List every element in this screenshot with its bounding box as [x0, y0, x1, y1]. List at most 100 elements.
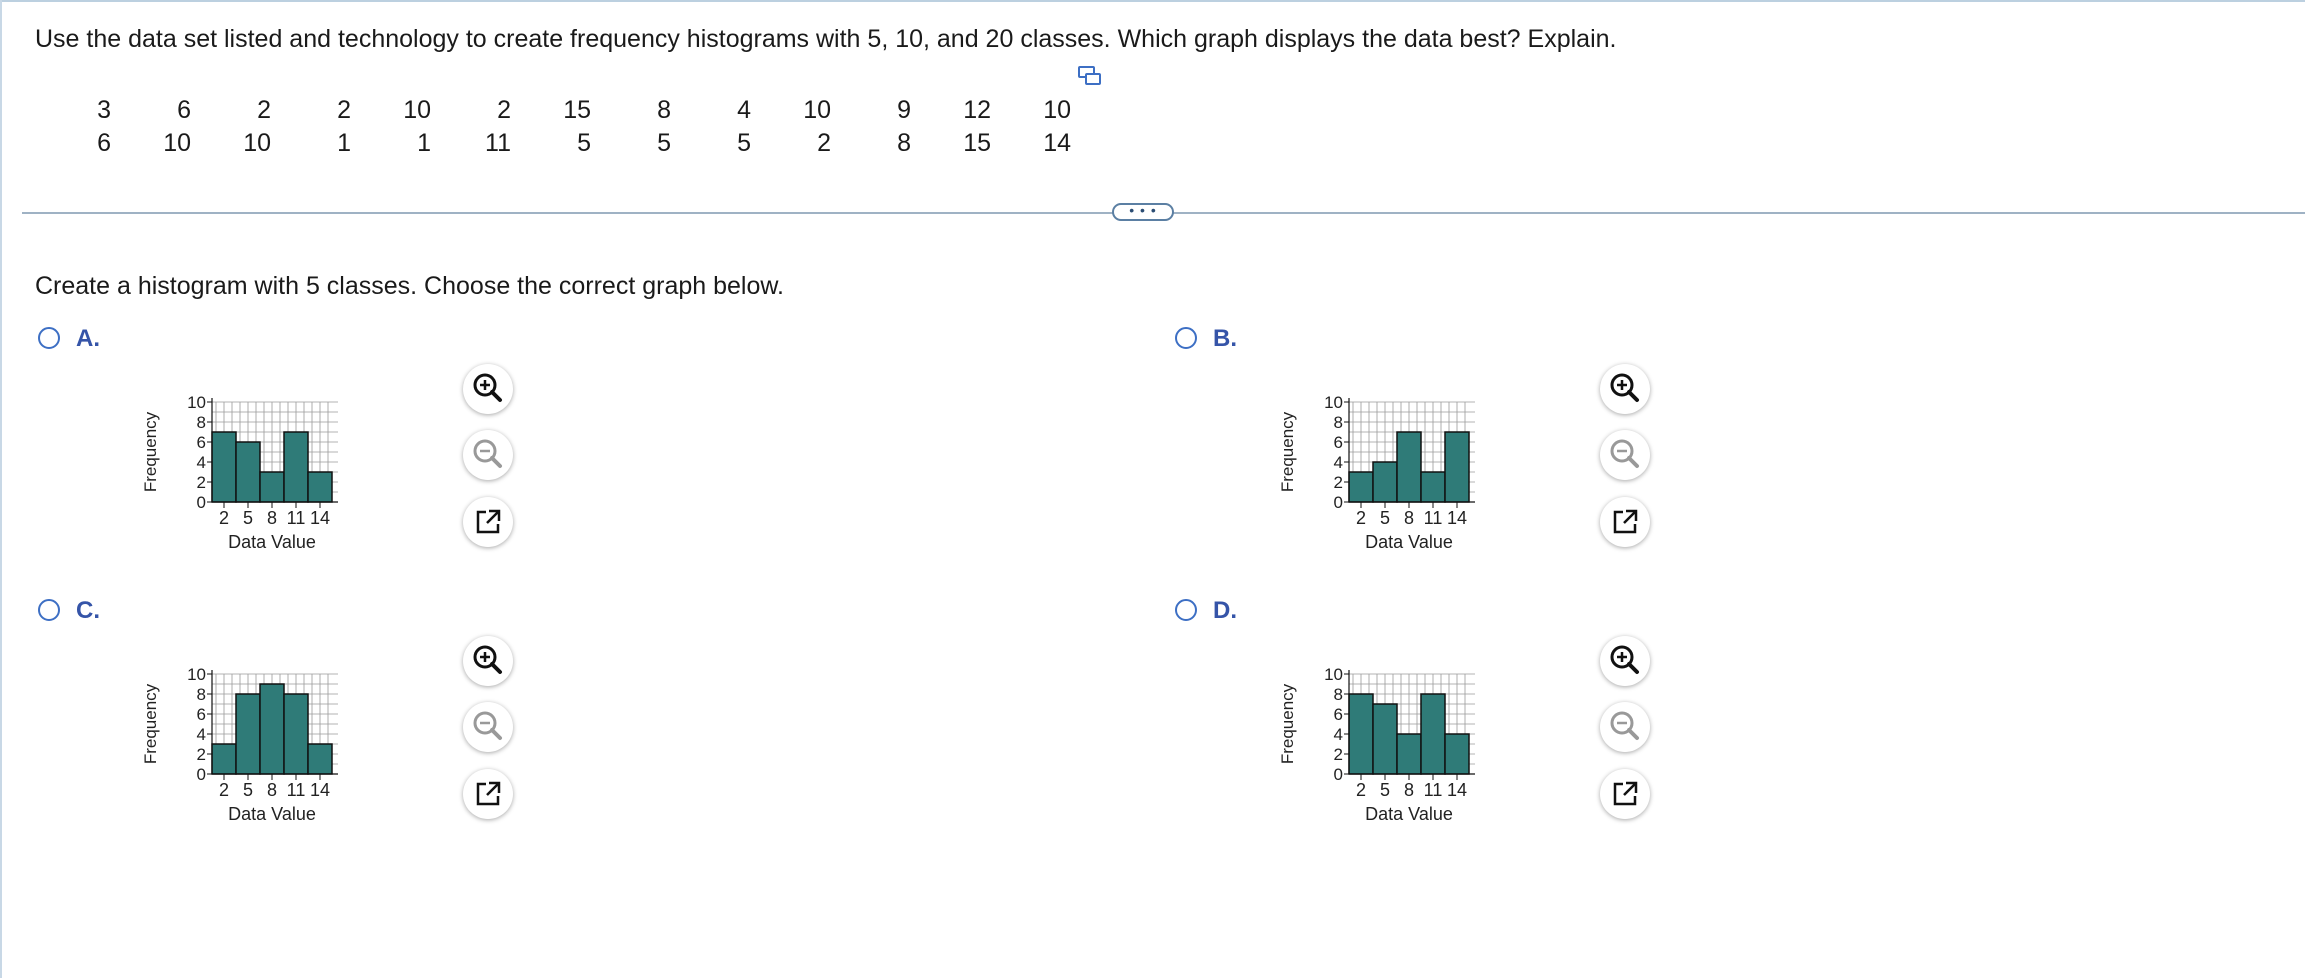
- zoom-in-button[interactable]: [1600, 636, 1650, 686]
- option-a-radio[interactable]: [38, 327, 60, 349]
- data-cell: 5: [657, 129, 671, 157]
- data-cell: 9: [897, 96, 911, 124]
- zoom-in-button[interactable]: [463, 364, 513, 414]
- option-b-histogram: 02468102 5 8 11 14Data ValueFrequency: [1278, 393, 1475, 552]
- y-axis-title: Frequency: [141, 411, 160, 492]
- x-axis-title: Data Value: [1365, 804, 1453, 824]
- histogram-bar: [283, 693, 309, 775]
- data-cell: 5: [577, 129, 591, 157]
- open-window-button[interactable]: [463, 769, 513, 819]
- option-d-label[interactable]: D.: [1213, 597, 1237, 625]
- y-tick-label: 0: [197, 493, 206, 512]
- open-window-button[interactable]: [1600, 769, 1650, 819]
- zoom-in-icon: [473, 645, 502, 674]
- data-cell: 8: [657, 96, 671, 124]
- x-tick-label: 14: [310, 780, 330, 800]
- histogram-bar: [1372, 461, 1398, 503]
- option-a-histogram: 02468102 5 8 11 14Data ValueFrequency: [141, 393, 338, 552]
- x-tick-label: 8: [267, 508, 277, 528]
- zoom-out-icon: [473, 439, 502, 468]
- zoom-out-button[interactable]: [463, 702, 513, 752]
- y-axis-title: Frequency: [1278, 411, 1297, 492]
- data-cell: 10: [1043, 96, 1071, 124]
- option-c-label[interactable]: C.: [76, 597, 100, 625]
- option-b-label[interactable]: B.: [1213, 325, 1237, 353]
- zoom-in-icon: [473, 373, 502, 402]
- y-tick-label: 8: [1334, 685, 1343, 704]
- y-tick-label: 10: [187, 393, 206, 412]
- data-cell: 1: [337, 129, 351, 157]
- zoom-out-button[interactable]: [1600, 430, 1650, 480]
- zoom-in-button[interactable]: [463, 636, 513, 686]
- data-cell: 15: [563, 96, 591, 124]
- histogram-bar: [1444, 733, 1470, 775]
- y-tick-label: 4: [197, 453, 206, 472]
- open-window-button[interactable]: [1600, 497, 1650, 547]
- open-new-window-icon: [476, 781, 501, 806]
- x-tick-label: 11: [287, 780, 306, 800]
- data-cell: 11: [485, 129, 511, 157]
- zoom-out-icon: [1610, 711, 1639, 740]
- data-cell: 10: [163, 129, 191, 157]
- top-border: [0, 0, 2305, 2]
- x-tick-label: 14: [1447, 508, 1467, 528]
- data-row: 6 10 10 1 1 11 5 5 5 2 8 15 14: [66, 127, 1071, 160]
- histogram-bar: [283, 431, 309, 503]
- x-axis-title: Data Value: [228, 532, 316, 552]
- open-new-window-icon: [1613, 509, 1638, 534]
- y-tick-label: 6: [1334, 433, 1343, 452]
- data-cell: 2: [817, 129, 831, 157]
- data-cell: 15: [963, 129, 991, 157]
- y-tick-label: 0: [197, 765, 206, 784]
- histogram-bar: [1396, 733, 1422, 775]
- histogram-bar: [235, 693, 261, 775]
- left-border: [0, 0, 2, 978]
- option-b-radio[interactable]: [1175, 327, 1197, 349]
- y-tick-label: 10: [187, 665, 206, 684]
- histogram-bar: [307, 743, 333, 775]
- expand-more-button[interactable]: • • •: [1112, 203, 1174, 221]
- open-window-button[interactable]: [463, 497, 513, 547]
- option-d-radio[interactable]: [1175, 599, 1197, 621]
- y-axis-title: Frequency: [141, 683, 160, 764]
- x-tick-label: 5: [1380, 508, 1390, 528]
- histogram-bar: [211, 431, 237, 503]
- data-cell: 3: [97, 96, 111, 124]
- x-axis-title: Data Value: [228, 804, 316, 824]
- histogram-bar: [259, 471, 285, 503]
- x-tick-label: 2: [219, 780, 229, 800]
- data-cell: 6: [97, 129, 111, 157]
- option-a-label[interactable]: A.: [76, 325, 100, 353]
- x-tick-label: 5: [1380, 780, 1390, 800]
- zoom-out-button[interactable]: [463, 430, 513, 480]
- x-tick-label: 8: [1404, 508, 1414, 528]
- data-cell: 2: [497, 96, 511, 124]
- y-tick-label: 0: [1334, 765, 1343, 784]
- prompt-text: Create a histogram with 5 classes. Choos…: [35, 272, 784, 300]
- x-tick-label: 2: [1356, 508, 1366, 528]
- open-new-window-icon: [476, 509, 501, 534]
- y-tick-label: 8: [197, 685, 206, 704]
- copy-icon[interactable]: [1078, 65, 1102, 87]
- x-tick-label: 8: [1404, 780, 1414, 800]
- data-cell: 10: [243, 129, 271, 157]
- histogram-bar: [1348, 471, 1374, 503]
- option-c-histogram: 02468102 5 8 11 14Data ValueFrequency: [141, 665, 338, 824]
- histogram-bar: [235, 441, 261, 503]
- data-cell: 10: [403, 96, 431, 124]
- zoom-out-button[interactable]: [1600, 702, 1650, 752]
- zoom-in-icon: [1610, 373, 1639, 402]
- x-tick-label: 14: [310, 508, 330, 528]
- x-tick-label: 11: [287, 508, 306, 528]
- data-row: 3 6 2 2 10 2 15 8 4 10 9 12 10: [66, 94, 1071, 127]
- y-tick-label: 4: [197, 725, 206, 744]
- zoom-in-button[interactable]: [1600, 364, 1650, 414]
- x-tick-label: 2: [1356, 780, 1366, 800]
- histogram-bar: [1396, 431, 1422, 503]
- data-cell: 2: [337, 96, 351, 124]
- option-c-radio[interactable]: [38, 599, 60, 621]
- zoom-in-icon: [1610, 645, 1639, 674]
- histogram-bar: [1420, 471, 1446, 503]
- y-tick-label: 8: [1334, 413, 1343, 432]
- option-d-histogram: 02468102 5 8 11 14Data ValueFrequency: [1278, 665, 1475, 824]
